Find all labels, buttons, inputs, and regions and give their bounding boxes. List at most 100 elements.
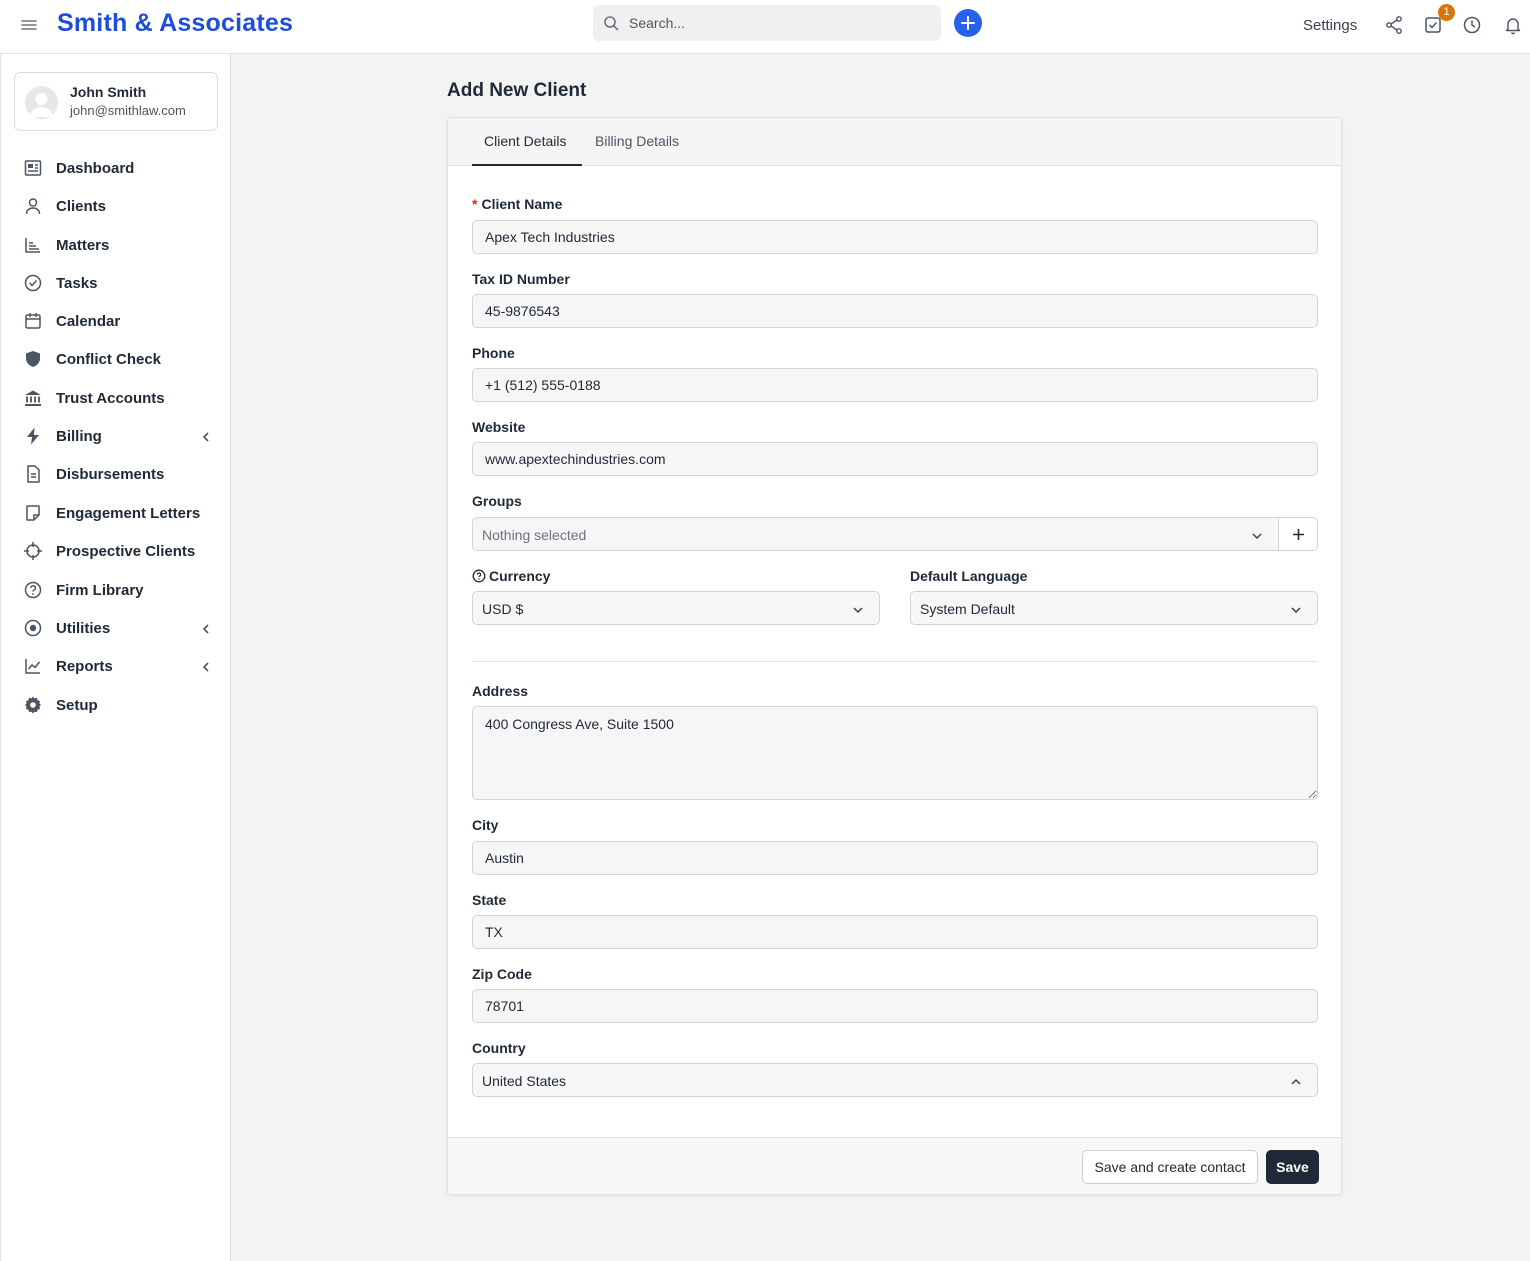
chart-line-icon: [23, 656, 43, 676]
dashboard-icon: [23, 158, 43, 178]
check-circle-icon: [23, 273, 43, 293]
sidebar-item-reports[interactable]: Reports: [1, 649, 231, 683]
sidebar-item-firm-library[interactable]: Firm Library: [1, 573, 231, 607]
page-title: Add New Client: [447, 80, 587, 101]
bell-icon[interactable]: [1503, 15, 1523, 35]
user-profile-card[interactable]: John Smith john@smithlaw.com: [14, 72, 218, 131]
chevron-left-icon[interactable]: [200, 430, 212, 442]
sidebar-item-label: Setup: [56, 697, 98, 714]
search-icon: [604, 16, 619, 31]
search-input[interactable]: [629, 5, 929, 41]
tab-billing-details[interactable]: Billing Details: [595, 133, 679, 149]
tasks-badge: 1: [1438, 4, 1455, 21]
client-form-card: Client Details Billing Details * Client N…: [447, 117, 1342, 1195]
sidebar-item-label: Calendar: [56, 313, 121, 330]
sidebar-item-billing[interactable]: Billing: [1, 419, 231, 453]
currency-label: Currency: [472, 568, 550, 584]
website-label: Website: [472, 419, 526, 435]
city-input[interactable]: [472, 841, 1318, 875]
address-label: Address: [472, 683, 529, 699]
active-tab-indicator: [472, 164, 582, 166]
sidebar-item-label: Reports: [56, 658, 113, 675]
phone-label: Phone: [472, 345, 515, 361]
sidebar-item-matters[interactable]: Matters: [1, 228, 231, 262]
user-icon: [23, 196, 43, 216]
chevron-left-icon[interactable]: [200, 622, 212, 634]
plus-icon: [1293, 529, 1304, 540]
zip-code-input[interactable]: [472, 989, 1318, 1023]
sidebar-item-calendar[interactable]: Calendar: [1, 304, 231, 338]
sidebar-item-label: Trust Accounts: [56, 390, 165, 407]
default-language-select[interactable]: System Default: [910, 591, 1318, 625]
sidebar-item-label: Tasks: [56, 275, 98, 292]
sidebar-item-dashboard[interactable]: Dashboard: [1, 151, 231, 185]
clock-icon[interactable]: [1462, 15, 1482, 35]
sidebar-item-prospective-clients[interactable]: Prospective Clients: [1, 534, 231, 568]
top-bar: Smith & Associates Settings 1: [0, 0, 1530, 54]
search-box[interactable]: [593, 5, 941, 41]
country-label: Country: [472, 1040, 526, 1056]
chevron-down-icon: [852, 603, 864, 615]
user-name: John Smith: [70, 84, 147, 100]
chevron-down-icon: [1251, 529, 1263, 541]
target-icon: [23, 618, 43, 638]
sidebar-item-clients[interactable]: Clients: [1, 189, 231, 223]
sidebar-item-disbursements[interactable]: Disbursements: [1, 457, 231, 491]
brand-title[interactable]: Smith & Associates: [57, 9, 293, 38]
help-circle-icon: [23, 580, 43, 600]
sidebar-item-label: Dashboard: [56, 160, 135, 177]
groups-select-value: Nothing selected: [482, 527, 587, 543]
phone-input[interactable]: [472, 368, 1318, 402]
save-button[interactable]: Save: [1266, 1150, 1319, 1184]
state-input[interactable]: [472, 915, 1318, 949]
settings-link[interactable]: Settings: [1303, 17, 1357, 34]
shield-icon: [23, 349, 43, 369]
crosshair-icon: [23, 541, 43, 561]
sidebar-item-utilities[interactable]: Utilities: [1, 611, 231, 645]
add-group-button[interactable]: [1278, 517, 1318, 551]
sidebar-item-engagement-letters[interactable]: Engagement Letters: [1, 496, 231, 530]
sidebar-item-tasks[interactable]: Tasks: [1, 266, 231, 300]
city-label: City: [472, 817, 499, 833]
sidebar-item-label: Conflict Check: [56, 351, 162, 368]
plus-icon: [961, 16, 975, 30]
section-divider: [472, 661, 1318, 662]
client-name-input[interactable]: [472, 220, 1318, 254]
chevron-up-icon: [1290, 1075, 1302, 1087]
calendar-icon: [23, 311, 43, 331]
sidebar-item-setup[interactable]: Setup: [1, 688, 231, 722]
bolt-icon: [23, 426, 43, 446]
tax-id-label: Tax ID Number: [472, 271, 570, 287]
client-name-label: * Client Name: [472, 196, 563, 212]
quick-add-button[interactable]: [954, 9, 982, 37]
share-icon[interactable]: [1384, 15, 1404, 35]
sidebar-item-conflict-check[interactable]: Conflict Check: [1, 342, 231, 376]
matters-icon: [23, 235, 43, 255]
help-circle-icon[interactable]: [472, 569, 486, 583]
sidebar: John Smith john@smithlaw.com Dashboard C…: [0, 54, 231, 1261]
avatar: [25, 86, 58, 119]
form-footer: Save and create contact Save: [448, 1137, 1341, 1194]
tab-client-details[interactable]: Client Details: [484, 133, 566, 149]
sidebar-item-label: Prospective Clients: [56, 543, 196, 560]
country-select[interactable]: United States: [472, 1063, 1318, 1097]
website-input[interactable]: [472, 442, 1318, 476]
note-icon: [23, 503, 43, 523]
bank-icon: [23, 388, 43, 408]
groups-select[interactable]: Nothing selected: [472, 517, 1280, 551]
address-textarea[interactable]: 400 Congress Ave, Suite 1500: [472, 706, 1318, 800]
sidebar-item-label: Firm Library: [56, 582, 144, 599]
sidebar-item-label: Engagement Letters: [56, 505, 201, 522]
menu-icon[interactable]: [20, 16, 38, 34]
tab-bar: Client Details Billing Details: [448, 118, 1341, 166]
chevron-left-icon[interactable]: [200, 660, 212, 672]
country-select-value: United States: [482, 1073, 567, 1089]
groups-label: Groups: [472, 493, 522, 509]
user-email: john@smithlaw.com: [70, 103, 186, 118]
currency-select[interactable]: USD $: [472, 591, 880, 625]
save-and-create-contact-button[interactable]: Save and create contact: [1082, 1150, 1258, 1184]
tax-id-input[interactable]: [472, 294, 1318, 328]
sidebar-item-trust-accounts[interactable]: Trust Accounts: [1, 381, 231, 415]
chevron-down-icon: [1290, 603, 1302, 615]
default-language-label: Default Language: [910, 568, 1028, 584]
